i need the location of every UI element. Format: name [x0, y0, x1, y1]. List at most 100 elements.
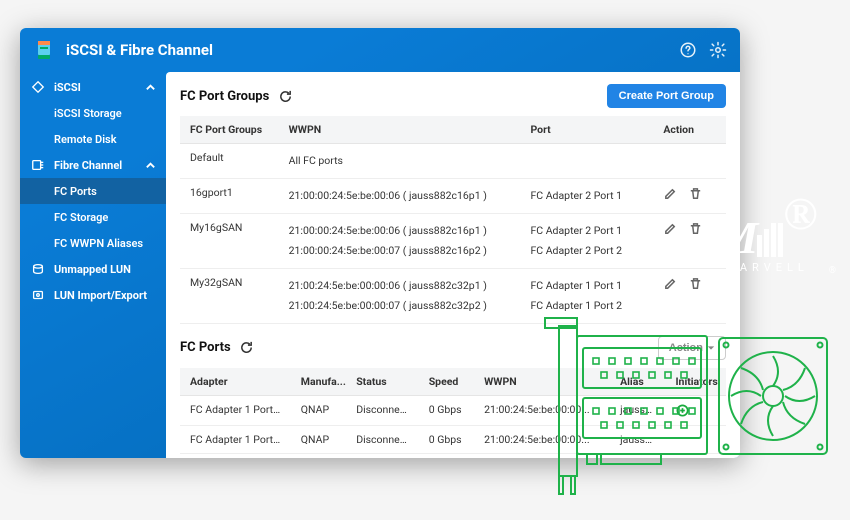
- cell-name: 16gport1: [180, 178, 279, 213]
- sidebar-label: iSCSI: [54, 81, 81, 94]
- fc-port-groups-table: FC Port Groups WWPN Port Action DefaultA…: [180, 116, 726, 324]
- cell-wwpn: 21:00:00:24:5e:be:00:06 ( jauss882c16p1 …: [279, 213, 521, 268]
- fibre-icon: [30, 157, 46, 173]
- cell-action: [653, 268, 726, 323]
- sidebar-label: FC Ports: [54, 185, 97, 198]
- table-row[interactable]: My16gSAN21:00:00:24:5e:be:00:06 ( jauss8…: [180, 213, 726, 268]
- cell-adapter: FC Adapter 2 Port 1: [180, 453, 291, 458]
- col-header: Adapter: [180, 368, 291, 396]
- sidebar-label: Unmapped LUN: [54, 263, 131, 276]
- edit-icon[interactable]: [663, 221, 678, 236]
- col-header: WWPN: [279, 116, 521, 144]
- chevron-up-icon: [145, 160, 156, 174]
- cell-name: My16gSAN: [180, 213, 279, 268]
- cell-adapter: FC Adapter 1 Port 2: [180, 425, 291, 453]
- create-port-group-button[interactable]: Create Port Group: [607, 84, 726, 108]
- cell-manufacturer: QNAP: [291, 425, 346, 453]
- section-fc-port-groups: FC Port Groups Create Port Group FC Port…: [166, 72, 740, 328]
- sidebar-item-remote-disk[interactable]: Remote Disk: [20, 126, 166, 152]
- cell-initiators: [665, 395, 726, 425]
- table-row[interactable]: FC Adapter 1 Port 1QNAPDisconnect...0 Gb…: [180, 395, 726, 425]
- sidebar-item-fc-storage[interactable]: FC Storage: [20, 204, 166, 230]
- col-header: Status: [346, 368, 419, 396]
- cell-port: FC Adapter 2 Port 1: [520, 178, 653, 213]
- edit-icon[interactable]: [663, 276, 678, 291]
- cell-initiators: [665, 453, 726, 458]
- action-dropdown-button[interactable]: Action: [658, 336, 726, 360]
- section-fc-ports: FC Ports Action Adapter Manufa... Status…: [166, 328, 740, 458]
- disk-icon: [30, 261, 46, 277]
- cell-wwpn: 21:00:24:5e:be:00:00...: [474, 395, 610, 425]
- app-title: iSCSI & Fibre Channel: [66, 41, 668, 59]
- table-row[interactable]: DefaultAll FC ports: [180, 144, 726, 179]
- add-initiator-icon[interactable]: [675, 403, 690, 418]
- cell-manufacturer: QNAP: [291, 395, 346, 425]
- cell-speed: 16 Gbps: [419, 453, 474, 458]
- sidebar-label: FC WWPN Aliases: [54, 237, 143, 250]
- main-panel: FC Port Groups Create Port Group FC Port…: [166, 72, 740, 458]
- refresh-icon[interactable]: [277, 88, 293, 104]
- cell-wwpn: 21:00:00:24:5e:be:00:06 ( jauss882c16p1 …: [279, 178, 521, 213]
- action-label: Action: [669, 342, 703, 354]
- app-header: iSCSI & Fibre Channel: [20, 28, 740, 72]
- chevron-up-icon: [145, 82, 156, 96]
- col-header: FC Port Groups: [180, 116, 279, 144]
- sidebar-label: Remote Disk: [54, 133, 117, 146]
- col-header: Action: [653, 116, 726, 144]
- sidebar-label: Fibre Channel: [54, 159, 122, 172]
- cell-port: FC Adapter 2 Port 1FC Adapter 2 Port 2: [520, 213, 653, 268]
- app-icon: [32, 38, 56, 62]
- chevron-down-icon: [707, 344, 715, 352]
- col-header: WWPN: [474, 368, 610, 396]
- refresh-icon[interactable]: [239, 340, 255, 356]
- trash-icon[interactable]: [688, 276, 703, 291]
- help-icon[interactable]: [678, 40, 698, 60]
- trash-icon[interactable]: [688, 186, 703, 201]
- cell-port: FC Adapter 1 Port 1FC Adapter 1 Port 2: [520, 268, 653, 323]
- sidebar-item-lun-import-export[interactable]: LUN Import/Export: [20, 282, 166, 308]
- cell-initiators: [665, 425, 726, 453]
- sidebar: iSCSI iSCSI Storage Remote Disk Fibre Ch…: [20, 72, 166, 458]
- table-row[interactable]: 16gport121:00:00:24:5e:be:00:06 ( jauss8…: [180, 178, 726, 213]
- cell-status: Connected: [346, 453, 419, 458]
- edit-icon[interactable]: [663, 186, 678, 201]
- cell-adapter: FC Adapter 1 Port 1: [180, 395, 291, 425]
- cell-action: [653, 178, 726, 213]
- cell-name: Default: [180, 144, 279, 179]
- cell-speed: 0 Gbps: [419, 395, 474, 425]
- sidebar-label: iSCSI Storage: [54, 107, 122, 120]
- cell-alias: jauss882c...: [610, 395, 665, 425]
- cell-wwpn: All FC ports: [279, 144, 521, 179]
- table-row[interactable]: FC Adapter 1 Port 2QNAPDisconnect...0 Gb…: [180, 425, 726, 453]
- sidebar-label: LUN Import/Export: [54, 289, 147, 302]
- col-header: Port: [520, 116, 653, 144]
- col-header: Initiators: [665, 368, 726, 396]
- col-header: Alias: [610, 368, 665, 396]
- sidebar-item-fc-ports[interactable]: FC Ports: [20, 178, 166, 204]
- table-row[interactable]: FC Adapter 2 Port 1QNAPConnected16 Gbps2…: [180, 453, 726, 458]
- sidebar-group-fc[interactable]: Fibre Channel: [20, 152, 166, 178]
- sidebar-item-iscsi-storage[interactable]: iSCSI Storage: [20, 100, 166, 126]
- sidebar-group-iscsi[interactable]: iSCSI: [20, 74, 166, 100]
- cell-status: Disconnect...: [346, 425, 419, 453]
- diamond-icon: [30, 79, 46, 95]
- cell-name: My32gSAN: [180, 268, 279, 323]
- cell-manufacturer: QNAP: [291, 453, 346, 458]
- cell-action: [653, 144, 726, 179]
- sidebar-label: FC Storage: [54, 211, 108, 224]
- cell-wwpn: 21:00:24:5e:be:00:00:06 ( jauss882c32p1 …: [279, 268, 521, 323]
- sidebar-item-fc-wwpn-aliases[interactable]: FC WWPN Aliases: [20, 230, 166, 256]
- cell-port: [520, 144, 653, 179]
- table-row[interactable]: My32gSAN21:00:24:5e:be:00:00:06 ( jauss8…: [180, 268, 726, 323]
- sidebar-item-unmapped-lun[interactable]: Unmapped LUN: [20, 256, 166, 282]
- cell-alias: jauss882c...: [610, 453, 665, 458]
- section-title: FC Port Groups: [180, 89, 269, 104]
- cell-alias: jauss882c...: [610, 425, 665, 453]
- col-header: Manufa...: [291, 368, 346, 396]
- section-title: FC Ports: [180, 340, 231, 355]
- cell-wwpn: 21:00:24:5e:be:00:00...: [474, 425, 610, 453]
- gear-icon[interactable]: [708, 40, 728, 60]
- cell-wwpn: 21:00:00:24:5e:be:00...: [474, 453, 610, 458]
- import-export-icon: [30, 287, 46, 303]
- fc-ports-table: Adapter Manufa... Status Speed WWPN Alia…: [180, 368, 726, 458]
